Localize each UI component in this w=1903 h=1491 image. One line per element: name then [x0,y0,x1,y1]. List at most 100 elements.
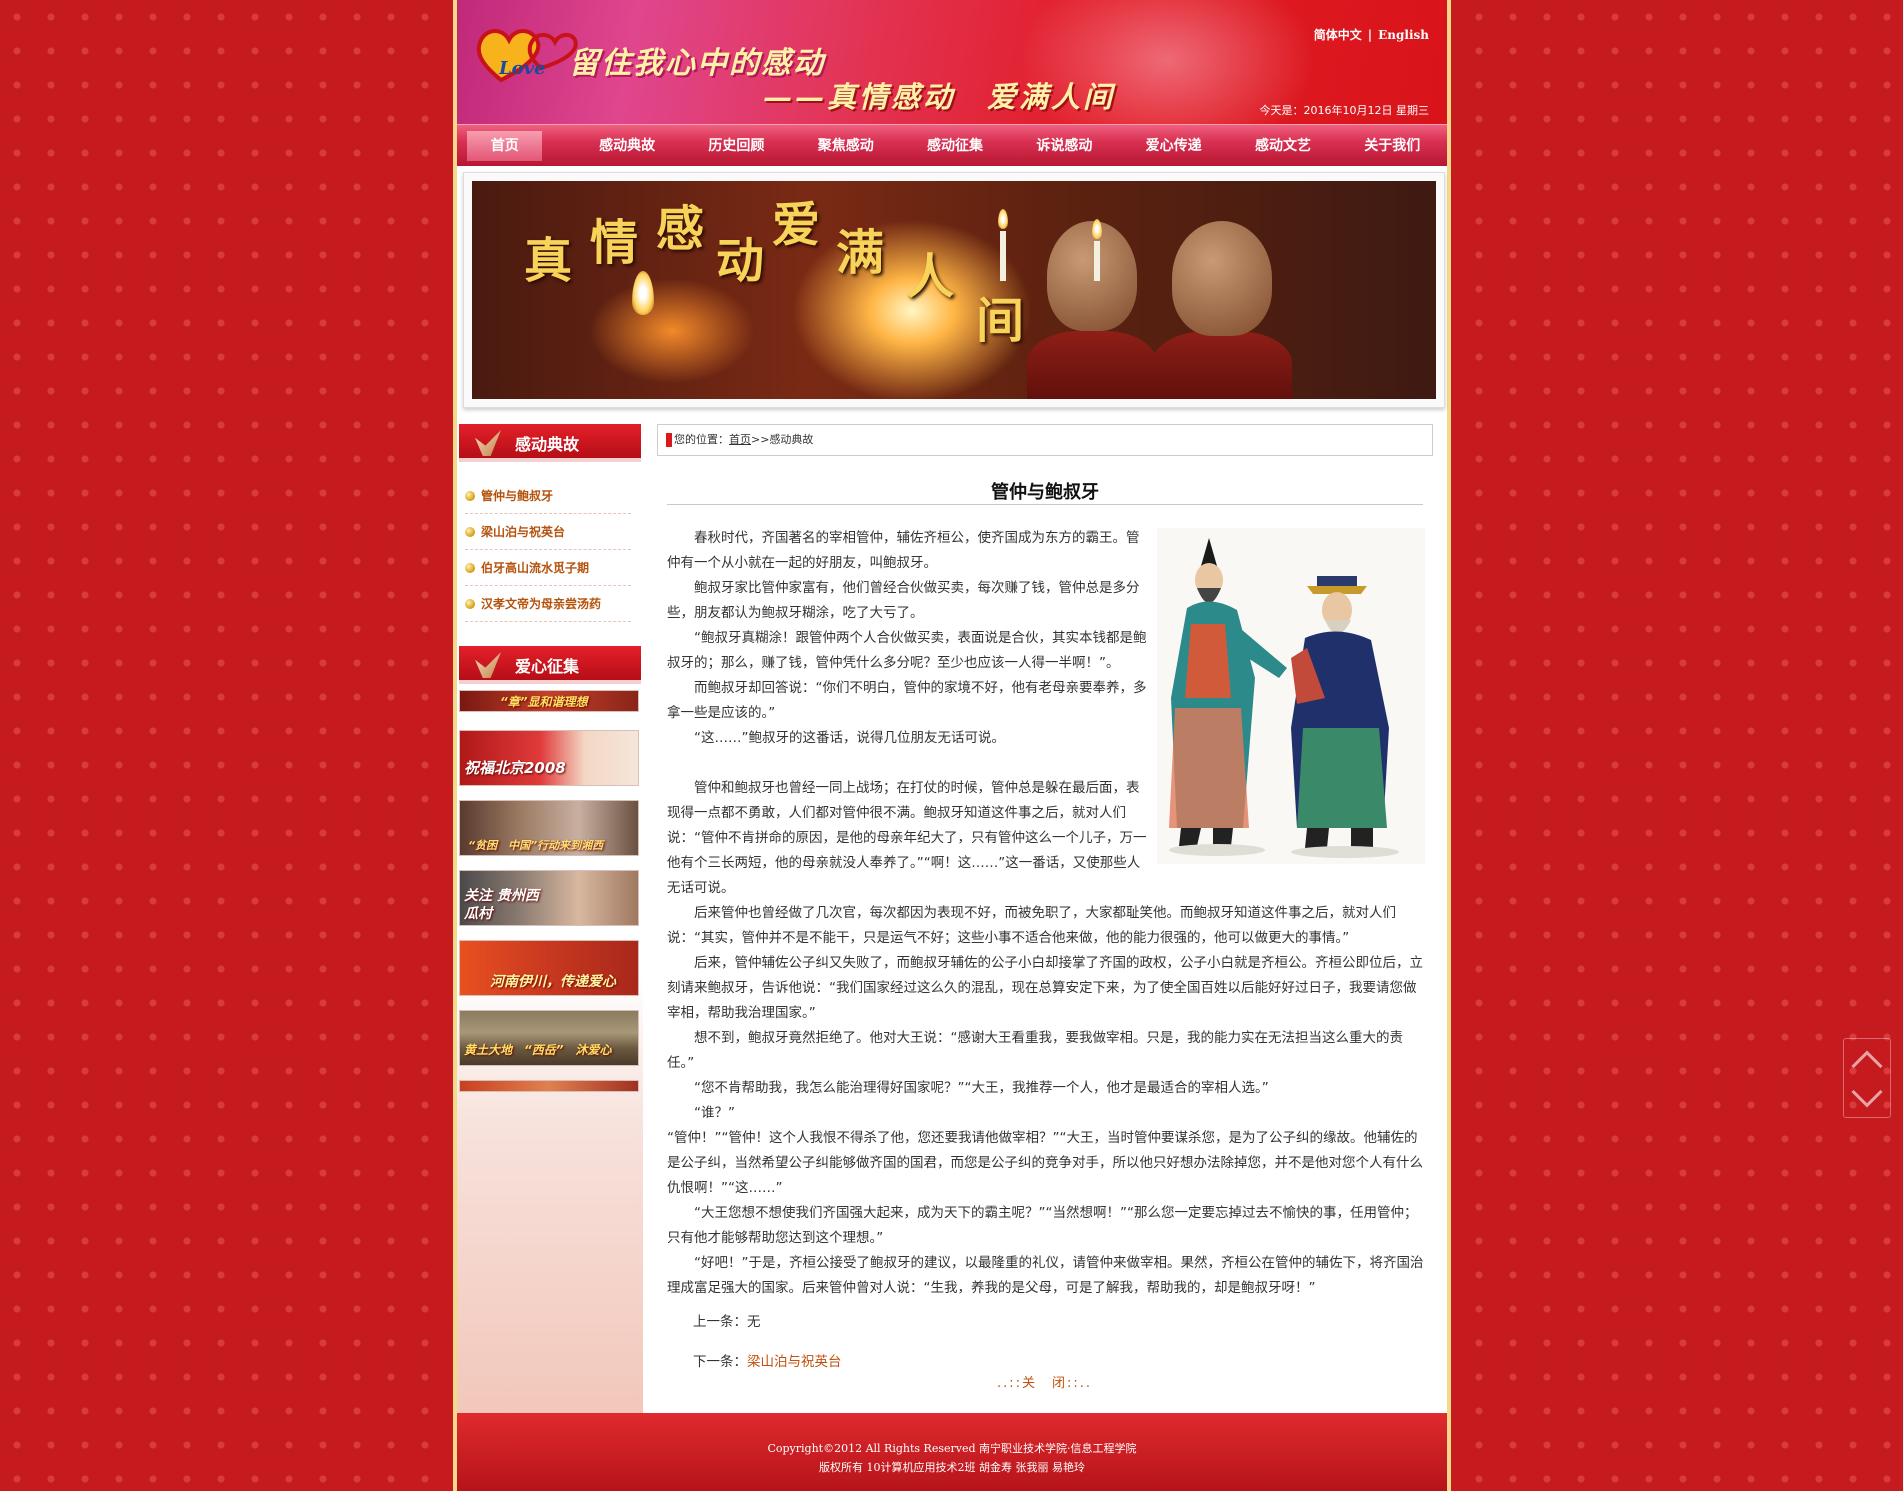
banner-char: 真 [524,233,573,289]
next-article: 下一条：梁山泊与祝英台 [693,1350,842,1370]
article-paragraph: 后来，管仲辅佐公子纠又失败了，而鲍叔牙辅佐的公子小白却接掌了齐国的政权，公子小白… [667,955,1423,1021]
article-paragraph: “您不肯帮助我，我怎么能治理得好国家呢？”“大王，我推荐一个人，他才是最适合的宰… [694,1080,1269,1096]
breadcrumb-prefix: 您的位置： [674,433,729,446]
site-header: Love 留住我心中的感动 ——真情感动 爱满人间 简体中文 | English 今… [457,0,1447,124]
article-paragraph: “管仲！”“管仲！这个人我恨不得杀了他，您还要我请他做宰相？”“大王，当时管仲要… [667,1130,1423,1196]
nav-item-touching-stories[interactable]: 感动典故 [572,131,681,161]
scroll-down-button[interactable] [1844,1076,1890,1117]
bullet-icon [465,490,475,501]
sidebar-item-story[interactable]: 梁山泊与祝英台 [465,514,631,550]
main-nav: 首页 感动典故 历史回顾 聚焦感动 感动征集 诉说感动 爱心传递 感动文艺 关于… [457,124,1447,166]
banner-char: 动 [716,233,765,289]
current-date: 今天是：2016年10月12日 星期三 [1259,104,1429,117]
next-article-label: 下一条： [693,1354,747,1370]
site-subtitle: ——真情感动 爱满人间 [763,80,1116,114]
banner-char: 满 [836,225,885,281]
sidebar-item-label: 汉孝文帝为母亲尝汤药 [481,596,602,611]
sidebar-item-story[interactable]: 管仲与鲍叔牙 [465,478,631,514]
close-button[interactable]: ..::关 闭::.. [997,1372,1092,1391]
banner-char: 间 [976,293,1025,349]
article-paragraph: 想不到，鲍叔牙竟然拒绝了。他对大王说：“感谢大王看重我，要我做宰相。只是，我的能… [667,1030,1403,1071]
candle [1094,241,1100,281]
banner-image: 真 情 感 动 爱 满 人 间 [472,181,1436,399]
article-paragraph: 后来管仲也曾经做了几次官，每次都因为表现不好，而被免职了，大家都耻笑他。而鲍叔牙… [667,905,1396,946]
chevron-down-icon [1851,1076,1883,1108]
lang-chinese-link[interactable]: 简体中文 [1314,28,1362,42]
nav-item-history[interactable]: 历史回顾 [682,131,791,161]
breadcrumb-separator: >> [751,433,770,446]
sidebar-item-label: 伯牙高山流水觅子期 [481,560,590,575]
promo-thumb[interactable] [459,1080,639,1092]
promo-thumb[interactable]: “贫困 中国”行动来到湘西 [459,800,639,856]
nav-item-about[interactable]: 关于我们 [1338,131,1447,161]
bullet-icon [465,562,475,573]
candle [1000,231,1006,281]
lang-english-link[interactable]: English [1378,28,1429,42]
sidebar-heading-stories: 感动典故 [459,424,641,462]
scroll-widget [1843,1038,1891,1118]
nav-item-tell[interactable]: 诉说感动 [1010,131,1119,161]
nav-item-love-pass[interactable]: 爱心传递 [1119,131,1228,161]
promo-thumb-label: “章”显和谐理想 [500,695,588,709]
check-arrow-icon [475,430,501,456]
title-divider [667,504,1423,505]
sidebar-heading-label: 感动典故 [515,435,580,454]
candle-flame [998,209,1008,229]
sidebar-item-label: 管仲与鲍叔牙 [481,488,554,503]
sidebar-item-story[interactable]: 伯牙高山流水觅子期 [465,550,631,586]
sidebar-item-label: 梁山泊与祝英台 [481,524,566,539]
sidebar-heading-label: 爱心征集 [515,657,580,676]
site-footer: Copyright©2012 All Rights Reserved 南宁职业技… [457,1413,1447,1491]
article-illustration [1157,528,1425,864]
article-paragraph: “谁？” [694,1105,735,1121]
monk-robe [1152,331,1292,399]
banner-char: 情 [590,215,639,271]
monk-figure [1047,221,1137,331]
candle-flame [632,271,654,315]
page-container: Love 留住我心中的感动 ——真情感动 爱满人间 简体中文 | English 今… [453,0,1451,1491]
sidebar-item-story[interactable]: 汉孝文帝为母亲尝汤药 [465,586,631,622]
language-switcher: 简体中文 | English [1314,26,1429,43]
footer-credits: 版权所有 10计算机应用技术2班 胡金寿 张我丽 易艳玲 [819,1461,1085,1474]
nav-item-focus[interactable]: 聚焦感动 [791,131,900,161]
promo-thumb-label: 祝福北京2008 [464,759,566,777]
promo-thumb[interactable]: 关注 贵州西瓜村 [459,870,639,926]
monk-robe [1027,331,1157,399]
next-article-link[interactable]: 梁山泊与祝英台 [747,1354,842,1370]
love-heart-logo-icon: Love [476,29,578,83]
scroll-up-button[interactable] [1844,1041,1890,1082]
promo-thumb[interactable]: 黄土大地 “西岳” 沐爱心 [459,1010,639,1066]
bullet-icon [465,526,475,537]
banner-char: 人 [906,249,955,305]
promo-thumb[interactable]: 河南伊川，传递爱心 [459,940,639,996]
promo-thumb-label: 关注 贵州西瓜村 [464,888,539,922]
promo-thumb-label: 黄土大地 “西岳” 沐爱心 [464,1043,612,1057]
banner-frame: 真 情 感 动 爱 满 人 间 [463,172,1445,408]
banner-char: 爱 [772,197,821,253]
nav-item-arts[interactable]: 感动文艺 [1228,131,1337,161]
article-paragraph: “大王您想不想使我们齐国强大起来，成为天下的霸主呢？”“当然想啊！”“那么您一定… [667,1205,1418,1246]
article-title: 管仲与鲍叔牙 [991,482,1099,503]
promo-thumb[interactable]: 祝福北京2008 [459,730,639,786]
breadcrumb-current: 感动典故 [769,433,814,446]
monk-figure [1172,221,1272,336]
nav-item-collection[interactable]: 感动征集 [900,131,1009,161]
footer-copyright: Copyright©2012 All Rights Reserved 南宁职业技… [767,1442,1137,1455]
prev-article: 上一条：无 [693,1310,761,1330]
prev-article-label: 上一条： [693,1314,747,1330]
promo-thumb-label: “贫困 中国”行动来到湘西 [468,839,604,852]
lang-separator: | [1367,28,1373,42]
promo-thumb-label: 河南伊川，传递爱心 [490,974,616,990]
banner-char: 感 [656,201,705,257]
promo-thumb[interactable]: “章”显和谐理想 [459,690,639,712]
breadcrumb-home-link[interactable]: 首页 [729,433,751,446]
breadcrumb: 您的位置：首页>>感动典故 [657,424,1433,456]
breadcrumb-marker-icon [666,433,672,447]
article-paragraph: “好吧！”于是，齐桓公接受了鲍叔牙的建议，以最隆重的礼仪，请管仲来做宰相。果然，… [667,1255,1424,1296]
bullet-icon [465,598,475,609]
check-arrow-icon [475,652,501,678]
nav-item-home[interactable]: 首页 [467,130,543,161]
sidebar-story-list: 管仲与鲍叔牙 梁山泊与祝英台 伯牙高山流水觅子期 汉孝文帝为母亲尝汤药 [457,478,643,622]
svg-text:Love: Love [498,58,546,79]
prev-article-value: 无 [747,1314,761,1330]
